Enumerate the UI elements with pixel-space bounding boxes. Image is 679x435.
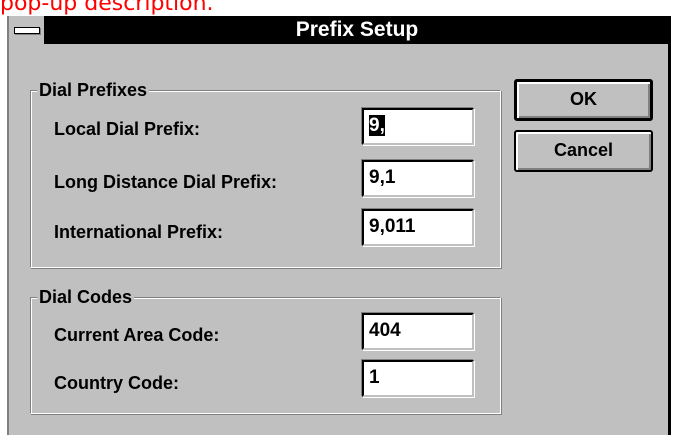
local-dial-prefix-selection: 9, xyxy=(369,115,385,136)
current-area-code-input[interactable]: 404 xyxy=(362,313,474,350)
window-title: Prefix Setup xyxy=(295,18,419,41)
dial-prefixes-legend: Dial Prefixes xyxy=(37,79,150,101)
international-prefix-label: International Prefix: xyxy=(54,222,224,242)
current-area-code-label: Current Area Code: xyxy=(54,325,220,345)
prefix-setup-dialog: Prefix Setup Dial Prefixes Local Dial Pr… xyxy=(7,16,671,435)
long-distance-prefix-input[interactable]: 9,1 xyxy=(362,160,474,197)
country-code-label: Country Code: xyxy=(54,373,179,393)
local-dial-prefix-label: Local Dial Prefix: xyxy=(54,119,201,139)
country-code-input[interactable]: 1 xyxy=(362,360,474,397)
dial-codes-legend: Dial Codes xyxy=(37,286,135,308)
caption-text: pop-up description. xyxy=(0,0,214,16)
local-dial-prefix-input[interactable]: 9, xyxy=(362,108,474,145)
title-bar[interactable]: Prefix Setup xyxy=(9,16,668,44)
system-menu-icon xyxy=(13,26,40,34)
cancel-button[interactable]: Cancel xyxy=(514,130,653,172)
ok-button[interactable]: OK xyxy=(514,79,653,121)
long-distance-prefix-label: Long Distance Dial Prefix: xyxy=(54,172,278,192)
international-prefix-input[interactable]: 9,011 xyxy=(362,209,474,246)
system-menu-button[interactable] xyxy=(9,16,46,44)
